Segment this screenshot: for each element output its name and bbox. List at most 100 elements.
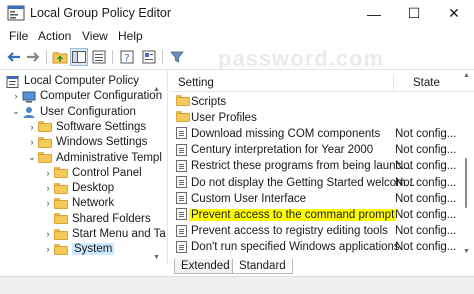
menu-bar: File Action View Help [0,27,474,45]
chevron-right-icon[interactable]: › [26,122,38,132]
maximize-button[interactable]: ☐ [394,0,434,27]
help-button[interactable]: ? [118,48,136,66]
properties-icon [142,50,156,64]
tree-item[interactable]: › Start Menu and Ta [42,226,166,242]
tree-item[interactable]: Local Computer Policy [6,73,139,89]
policy-setting-icon [176,159,188,172]
tab-standard[interactable]: Standard [232,259,293,274]
tree-item[interactable]: ⌄ Administrative Templ [26,150,162,166]
tree-item-label: Control Panel [72,166,142,179]
tree-item-label: Windows Settings [56,136,148,149]
scroll-up-icon[interactable]: ▲ [153,86,160,93]
list-vertical-scrollbar[interactable]: ▲ ▼ [461,70,471,260]
policy-setting-icon [176,127,188,140]
chevron-right-icon[interactable]: › [42,183,54,193]
export-list-button[interactable] [90,48,108,66]
computer-icon [22,91,36,103]
tree-item-label: User Configuration [40,105,136,118]
close-icon: ✕ [448,5,460,21]
chevron-right-icon[interactable]: › [26,137,38,147]
tree-horizontal-scrollbar[interactable] [0,263,168,275]
folder-row[interactable]: User Profiles [170,110,460,125]
svg-text:?: ? [124,53,129,64]
back-arrow-icon [7,52,20,62]
tree-item[interactable]: › Network [42,195,115,211]
tree-item[interactable]: › Desktop [42,180,115,196]
folder-row[interactable]: Scripts [170,94,460,109]
policy-row[interactable]: Don't run specified Windows applications… [170,240,460,255]
policy-state: Not config... [395,225,457,238]
show-hide-tree-button[interactable] [70,48,88,66]
policy-state: Not config... [395,127,457,140]
tree-item-label: Local Computer Policy [24,75,140,87]
policy-state: Not config... [395,192,457,205]
tree-item[interactable]: › Windows Settings [26,134,148,150]
list-header: Setting State [170,74,474,92]
policy-row[interactable]: Prevent access to registry editing tools… [170,224,460,239]
menu-file[interactable]: File [9,29,28,43]
filter-icon [170,51,184,63]
chevron-down-icon[interactable]: ⌄ [26,152,38,163]
chevron-right-icon[interactable]: › [10,91,22,101]
policy-row[interactable]: Century interpretation for Year 2000 Not … [170,143,460,158]
chevron-right-icon[interactable]: › [42,168,54,178]
column-header-state[interactable]: State [413,77,440,89]
tree-item-label: Software Settings [56,120,147,133]
policy-name: Century interpretation for Year 2000 [191,144,374,157]
policy-row[interactable]: Custom User Interface Not config... [170,191,460,206]
toolbar-separator [112,50,113,64]
scroll-up-icon[interactable]: ▲ [463,72,470,79]
tree-item[interactable]: › System [42,241,115,257]
menu-view[interactable]: View [82,29,108,43]
properties-button[interactable] [140,48,158,66]
up-level-button[interactable] [51,48,69,66]
chevron-right-icon[interactable]: › [42,198,54,208]
policy-row[interactable]: Do not display the Getting Started welco… [170,175,460,190]
tree-vertical-scrollbar[interactable]: ▲ ▼ [151,86,161,264]
maximize-icon: ☐ [407,5,421,21]
folder-icon [38,152,52,163]
show-hide-tree-icon [72,51,86,63]
close-button[interactable]: ✕ [434,0,474,27]
help-icon: ? [120,50,134,64]
window-title: Local Group Policy Editor [30,6,172,20]
status-bar [0,276,474,294]
chevron-down-icon[interactable]: ⌄ [10,106,22,117]
folder-icon [38,121,52,133]
chevron-right-icon[interactable]: › [42,244,54,254]
scrollbar-thumb[interactable] [465,158,467,208]
chevron-right-icon[interactable]: › [42,229,54,239]
tree-item-label: Shared Folders [72,212,151,225]
export-list-icon [92,50,106,64]
group-policy-app-icon [7,5,25,21]
policy-setting-icon [176,208,188,221]
back-button[interactable] [5,48,23,66]
tab-extended[interactable]: Extended [174,259,237,274]
policy-row[interactable]: Download missing COM components Not confi… [170,126,460,141]
folder-icon [38,136,52,148]
toolbar-separator [162,50,163,64]
column-header-setting[interactable]: Setting [178,77,214,89]
minimize-button[interactable]: — [354,0,394,27]
policy-state: Not config... [395,208,457,221]
column-divider[interactable] [393,74,394,92]
tree-item[interactable]: › Software Settings [26,119,147,135]
policy-name: Do not display the Getting Started welco… [191,176,416,189]
scroll-down-icon[interactable]: ▼ [463,248,470,255]
policy-name: Download missing COM components [191,127,381,140]
scroll-down-icon[interactable]: ▼ [153,254,160,261]
tree-item-label: Desktop [72,182,115,195]
forward-button[interactable] [24,48,42,66]
tree-item[interactable]: › Computer Configuration [10,88,162,104]
tree-item[interactable]: ⌄ User Configuration [10,104,136,120]
menu-action[interactable]: Action [38,29,71,43]
up-folder-icon [52,52,68,64]
tree-item[interactable]: Shared Folders [42,211,151,227]
tree-item[interactable]: › Control Panel [42,165,142,181]
folder-icon [54,167,68,179]
filter-button[interactable] [168,48,186,66]
policy-row[interactable]: Prevent access to the command prompt Not … [170,207,460,222]
menu-help[interactable]: Help [118,29,143,43]
policy-row[interactable]: Restrict these programs from being launc… [170,159,460,174]
policy-state: Not config... [395,144,457,157]
